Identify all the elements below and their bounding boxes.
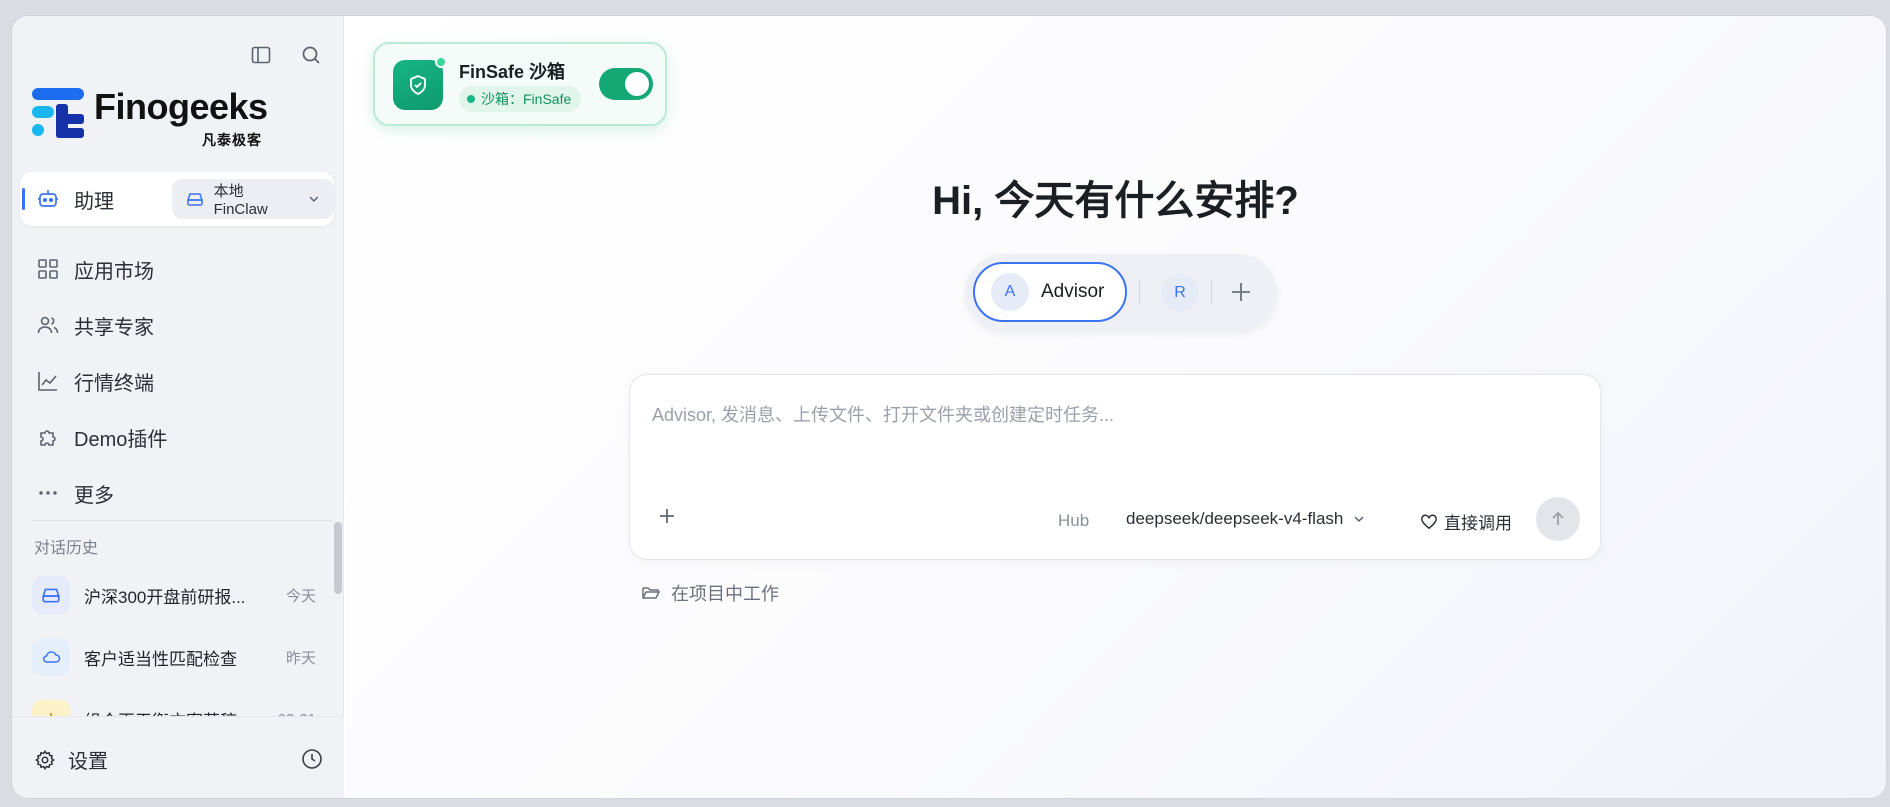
gear-icon — [35, 749, 55, 770]
sidebar-item-label: 更多 — [74, 484, 114, 507]
history-item[interactable]: 客户适当性匹配检查 昨天 — [32, 636, 324, 678]
add-agent-button[interactable] — [1227, 278, 1255, 311]
search-icon[interactable] — [298, 42, 324, 68]
sidebar-item-assistant[interactable]: 助理 本地 FinClaw — [20, 172, 334, 226]
finogeeks-logo-icon — [32, 88, 84, 138]
hub-button[interactable]: Hub — [1058, 511, 1089, 531]
finsafe-badge-label: 沙箱：FinSafe — [481, 91, 572, 107]
status-dot — [467, 95, 475, 103]
settings-label: 设置 — [68, 751, 108, 773]
history-item-time: 今天 — [285, 587, 316, 605]
avatar: A — [991, 273, 1029, 311]
heart-icon — [1421, 514, 1437, 529]
history-item-title: 沪深300开盘前研报... — [84, 587, 246, 607]
agent-r[interactable]: R — [1161, 274, 1199, 312]
attach-button[interactable] — [656, 505, 678, 532]
sidebar-top-icons — [248, 42, 324, 68]
sidebar-item-label: 共享专家 — [74, 316, 154, 339]
status-dot — [435, 56, 447, 68]
sidebar-item-more[interactable]: 更多 — [36, 478, 114, 508]
page-title: Hi, 今天有什么安排? — [932, 179, 1299, 223]
sidebar-item-label: 助理 — [74, 190, 114, 213]
hdd-icon — [32, 576, 70, 614]
sidebar-item-label: 行情终端 — [74, 372, 154, 395]
chevron-down-icon — [309, 196, 319, 203]
sidebar-item-assistant-label-group: 助理 — [36, 184, 114, 214]
sidebar: Finogeeks 凡泰极客 助理 本地 FinClaw 应用市场 共享专家 行… — [12, 16, 344, 798]
hdd-icon — [184, 188, 206, 210]
shield-icon — [393, 60, 443, 110]
direct-call-button[interactable]: 直接调用 — [1420, 509, 1512, 534]
users-icon — [37, 316, 59, 334]
divider — [1139, 280, 1140, 304]
puzzle-icon — [40, 430, 56, 446]
robot-icon — [38, 190, 58, 207]
sidebar-item-label: Demo插件 — [74, 428, 168, 451]
agent-advisor[interactable]: A Advisor — [973, 262, 1127, 322]
direct-call-label: 直接调用 — [1444, 514, 1512, 533]
plus-icon — [1232, 283, 1250, 301]
active-indicator — [22, 188, 25, 210]
sidebar-divider — [32, 520, 332, 521]
message-composer[interactable]: Advisor, 发消息、上传文件、打开文件夹或创建定时任务... Hub de… — [629, 374, 1601, 560]
agent-name: Advisor — [1041, 281, 1105, 302]
finsafe-title: FinSafe 沙箱 — [459, 62, 566, 82]
arrow-up-icon — [1552, 511, 1564, 525]
history-item[interactable]: 沪深300开盘前研报... 今天 — [32, 574, 324, 616]
work-in-project-link[interactable]: 在项目中工作 — [641, 580, 779, 606]
cloud-icon — [32, 638, 70, 676]
runtime-selector-label: 本地 FinClaw — [213, 183, 268, 218]
sidebar-toggle-icon[interactable] — [248, 42, 274, 68]
finsafe-sandbox-card: FinSafe 沙箱 沙箱：FinSafe — [373, 42, 667, 126]
agent-switcher: A Advisor R — [965, 254, 1277, 332]
sidebar-scrollbar[interactable] — [334, 522, 342, 594]
sidebar-footer: 设置 — [12, 716, 344, 798]
finsafe-status-badge: 沙箱：FinSafe — [459, 86, 582, 112]
send-button[interactable] — [1536, 497, 1580, 541]
chart-line-icon — [38, 372, 57, 391]
sidebar-item-app-market[interactable]: 应用市场 — [36, 254, 154, 284]
plus-icon — [660, 509, 674, 523]
finsafe-toggle[interactable] — [599, 68, 653, 100]
sidebar-item-shared-experts[interactable]: 共享专家 — [36, 310, 154, 340]
project-link-label: 在项目中工作 — [671, 584, 779, 604]
app-window: Finogeeks 凡泰极客 助理 本地 FinClaw 应用市场 共享专家 行… — [12, 16, 1886, 798]
grid-icon — [38, 259, 58, 279]
settings-button[interactable]: 设置 — [34, 745, 108, 774]
logo-subtitle: 凡泰极客 — [202, 132, 262, 148]
message-input[interactable]: Advisor, 发消息、上传文件、打开文件夹或创建定时任务... — [652, 401, 1114, 427]
brand-logo: Finogeeks 凡泰极客 — [30, 86, 270, 148]
history-section-title: 对话历史 — [34, 540, 99, 557]
main-content: FinSafe 沙箱 沙箱：FinSafe Hi, 今天有什么安排? A Adv… — [345, 16, 1886, 798]
clock-icon[interactable] — [300, 747, 324, 776]
avatar: R — [1161, 274, 1199, 312]
chevron-down-icon — [1354, 516, 1364, 523]
sidebar-item-demo-plugin[interactable]: Demo插件 — [36, 422, 167, 452]
history-item-time: 昨天 — [285, 649, 316, 667]
more-icon — [39, 491, 57, 495]
model-name: deepseek/deepseek-v4-flash — [1126, 509, 1344, 528]
toggle-knob — [625, 72, 649, 96]
runtime-selector[interactable]: 本地 FinClaw — [172, 179, 334, 219]
sidebar-item-label: 应用市场 — [74, 260, 154, 283]
sidebar-item-market-terminal[interactable]: 行情终端 — [36, 366, 154, 396]
divider — [1211, 280, 1212, 304]
model-selector[interactable]: deepseek/deepseek-v4-flash — [1126, 509, 1365, 529]
logo-wordmark: Finogeeks — [94, 86, 268, 127]
history-item-title: 客户适当性匹配检查 — [84, 649, 237, 669]
folder-open-icon — [642, 587, 661, 599]
